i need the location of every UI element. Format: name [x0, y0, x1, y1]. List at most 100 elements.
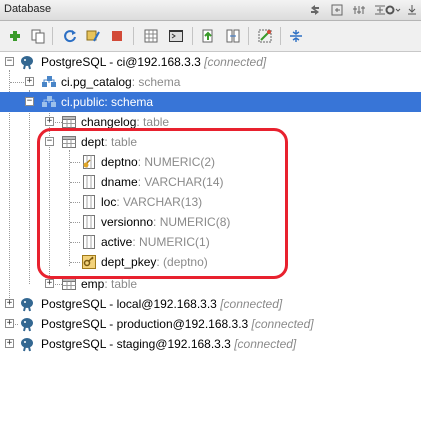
column-type: : VARCHAR(14): [137, 175, 224, 189]
tree-item-primary-key[interactable]: dept_pkey: (deptno): [0, 252, 421, 272]
tree-connector: [70, 242, 80, 243]
expand-toggle[interactable]: +: [45, 279, 54, 288]
export-icon[interactable]: [200, 28, 216, 44]
column-icon: [83, 175, 95, 189]
column-icon: [83, 235, 95, 249]
toolbar-separator: [192, 27, 193, 45]
postgresql-icon: [21, 298, 33, 312]
compare-icon[interactable]: [225, 28, 241, 44]
tree-item-pg-catalog[interactable]: + ci.pg_catalog: schema: [0, 72, 421, 92]
datasource-name: PostgreSQL - ci@192.168.3.3: [41, 55, 201, 69]
connection-status: [connected]: [220, 297, 283, 311]
column-name: loc: [101, 195, 117, 209]
expand-toggle[interactable]: +: [25, 77, 34, 86]
column-icon: [83, 215, 95, 229]
column-name: versionno: [101, 215, 154, 229]
panel-title: Database: [4, 3, 52, 15]
refresh-icon[interactable]: [62, 28, 78, 44]
collapse-toggle[interactable]: −: [45, 137, 54, 146]
datasource-name: PostgreSQL - staging@192.168.3.3: [41, 337, 231, 351]
toolbar: [0, 21, 421, 52]
column-icon: [83, 195, 95, 209]
tree-connector: [10, 82, 24, 83]
column-name: deptno: [101, 155, 138, 169]
tree-item-column[interactable]: dname: VARCHAR(14): [0, 172, 421, 192]
tree-item-ds-production[interactable]: + PostgreSQL - production@192.168.3.3 [c…: [0, 314, 421, 334]
toolbar-separator: [133, 27, 134, 45]
schema-type: : schema: [104, 95, 154, 109]
table-type: : table: [104, 277, 138, 291]
tree-item-column[interactable]: loc: VARCHAR(13): [0, 192, 421, 212]
database-tree: − PostgreSQL - ci@192.168.3.3 [connected…: [0, 52, 421, 428]
expand-toggle[interactable]: +: [5, 299, 14, 308]
sync-icon[interactable]: [308, 3, 322, 17]
tree-connector: [70, 202, 80, 203]
toolbar-separator: [248, 27, 249, 45]
settings-gear-icon[interactable]: [384, 3, 402, 17]
console-icon[interactable]: [168, 28, 184, 44]
expand-toggle[interactable]: +: [5, 319, 14, 328]
postgresql-icon: [21, 318, 33, 332]
tree-item-column[interactable]: active: NUMERIC(1): [0, 232, 421, 252]
table-name: emp: [81, 277, 105, 291]
postgresql-icon: [21, 338, 33, 352]
copy-icon[interactable]: [30, 28, 46, 44]
tree-item-ds-ci[interactable]: − PostgreSQL - ci@192.168.3.3 [connected…: [0, 52, 421, 72]
tree-item-column[interactable]: deptno: NUMERIC(2): [0, 152, 421, 172]
diagram-icon[interactable]: [257, 28, 273, 44]
column-type: : NUMERIC(1): [132, 235, 210, 249]
connection-status: [connected]: [251, 317, 314, 331]
schema-icon: [42, 96, 56, 107]
schema-name: ci.public: [61, 95, 105, 109]
postgresql-icon: [21, 56, 33, 70]
tree-item-changelog[interactable]: + changelog: table: [0, 112, 421, 132]
toolbar-separator: [280, 27, 281, 45]
column-name: active: [101, 235, 133, 249]
connection-status: [connected]: [234, 337, 297, 351]
datasource-name: PostgreSQL - production@192.168.3.3: [41, 317, 249, 331]
filter-icon[interactable]: [352, 3, 366, 17]
tree-item-emp[interactable]: + emp: table: [0, 276, 421, 296]
table-type: : table: [104, 135, 138, 149]
table-name: changelog: [81, 115, 137, 129]
toolbar-separator: [52, 27, 53, 45]
table-name: dept: [81, 135, 105, 149]
primary-key-icon: [82, 255, 96, 269]
collapse-toggle[interactable]: −: [5, 57, 14, 66]
schema-type: : schema: [131, 75, 181, 89]
tree-item-dept[interactable]: − dept: table: [0, 132, 421, 152]
tree-connector: [70, 222, 80, 223]
tree-item-ds-staging[interactable]: + PostgreSQL - staging@192.168.3.3 [conn…: [0, 334, 421, 354]
table-icon: [62, 278, 76, 290]
add-icon[interactable]: [7, 28, 23, 44]
minimize-icon[interactable]: [405, 3, 419, 17]
table-type: : table: [136, 115, 170, 129]
column-name: dname: [101, 175, 138, 189]
properties-icon[interactable]: [85, 28, 101, 44]
pin-icon[interactable]: [330, 3, 344, 17]
expand-toggle[interactable]: +: [45, 117, 54, 126]
panel-title-bar: Database: [0, 0, 421, 21]
connection-status: [connected]: [204, 55, 267, 69]
collapse-toggle[interactable]: −: [25, 97, 34, 106]
tree-item-column[interactable]: versionno: NUMERIC(8): [0, 212, 421, 232]
key-detail: : (deptno): [156, 255, 208, 269]
tree-connector: [70, 262, 80, 263]
column-type: : NUMERIC(2): [137, 155, 216, 169]
table-icon[interactable]: [143, 28, 159, 44]
tree-item-ds-local[interactable]: + PostgreSQL - local@192.168.3.3 [connec…: [0, 294, 421, 314]
tree-connector: [70, 162, 80, 163]
table-icon: [62, 136, 76, 148]
collapse-icon[interactable]: [288, 28, 304, 44]
schema-icon: [42, 76, 56, 87]
stop-icon[interactable]: [109, 28, 125, 44]
table-icon: [62, 116, 76, 128]
primary-key-column-icon: [83, 155, 95, 169]
column-type: : VARCHAR(13): [116, 195, 203, 209]
column-type: : NUMERIC(8): [153, 215, 231, 229]
expand-toggle[interactable]: +: [5, 339, 14, 348]
schema-name: ci.pg_catalog: [61, 75, 132, 89]
tree-connector: [70, 182, 80, 183]
tree-item-public[interactable]: − ci.public: schema: [0, 92, 421, 112]
key-name: dept_pkey: [101, 255, 157, 269]
